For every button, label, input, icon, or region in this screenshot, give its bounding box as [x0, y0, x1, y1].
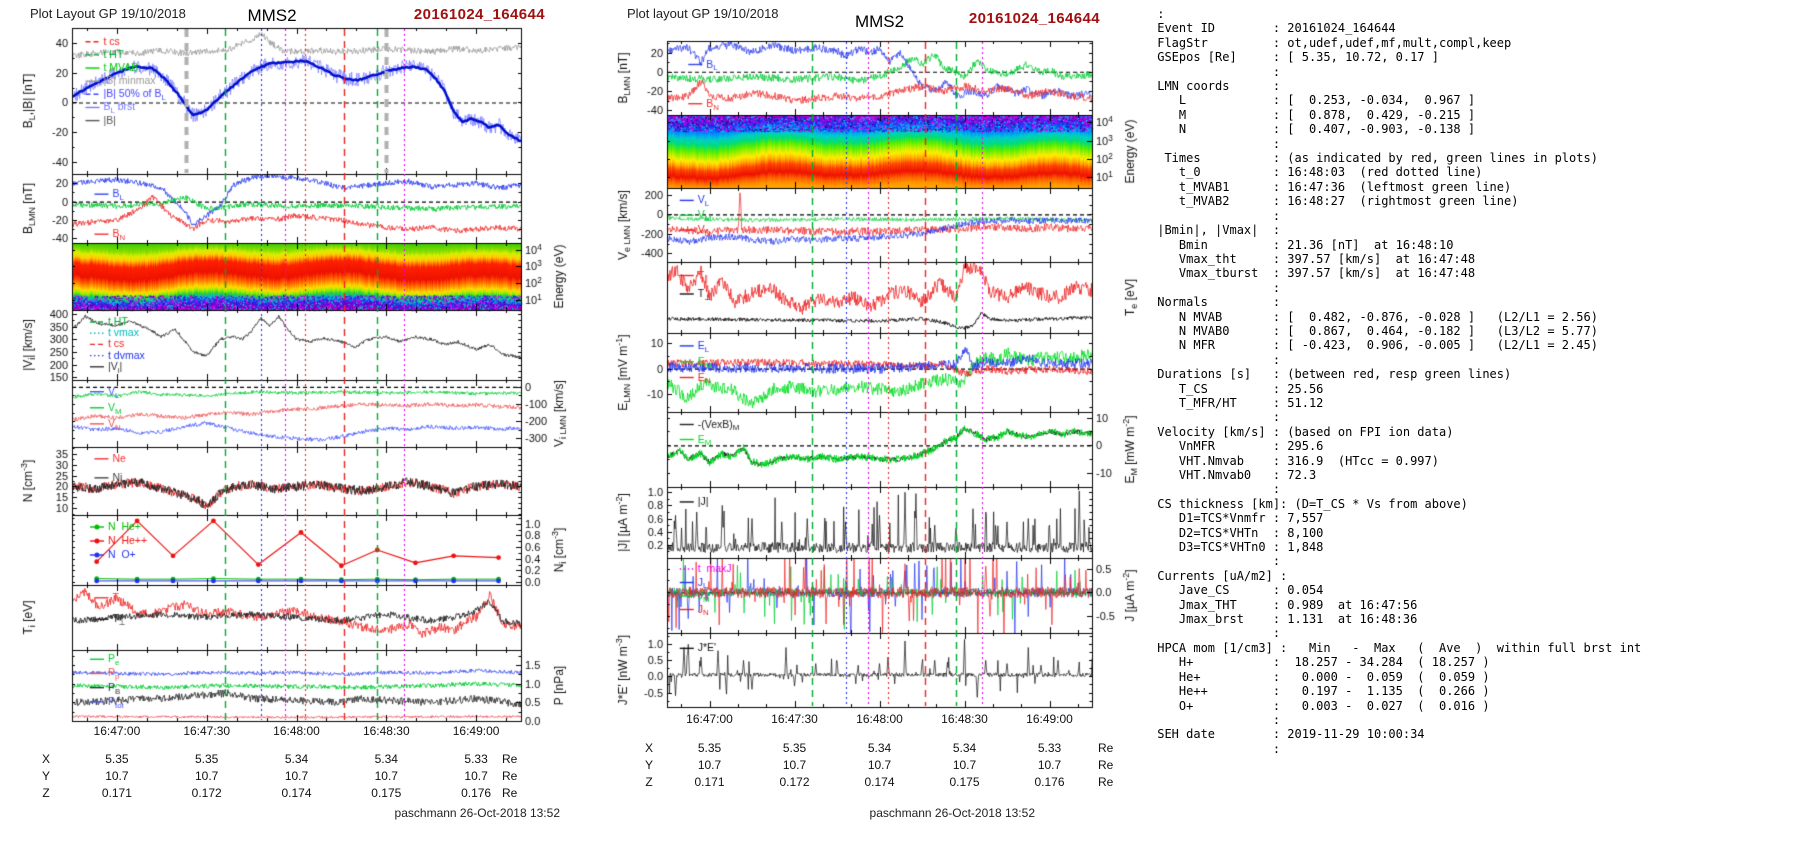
position-cell: 10.7 [284, 769, 309, 783]
position-cell: 5.35 [697, 741, 722, 755]
position-unit: Re [1098, 775, 1114, 789]
left-figure-event-id: 20161024_164644 [413, 6, 545, 23]
position-cell: 5.35 [105, 752, 129, 766]
position-unit: Re [502, 786, 518, 800]
time-tick-label: 16:48:30 [941, 712, 988, 726]
position-row-label: X [644, 741, 653, 755]
time-tick-label: 16:49:00 [452, 724, 500, 738]
position-unit: Re [1098, 758, 1114, 772]
position-row-label: Z [42, 786, 50, 800]
time-tick-label: 16:48:00 [856, 712, 903, 726]
position-cell: 0.171 [101, 786, 132, 800]
position-cell: 5.34 [952, 741, 977, 755]
middle-figure-footer: paschmann 26-Oct-2018 13:52 [869, 806, 1035, 820]
position-cell: 5.35 [782, 741, 807, 755]
position-cell: 0.172 [191, 786, 222, 800]
event-info-panel: : Event ID : 20161024_164644 FlagStr : o… [1157, 7, 1642, 756]
mms-event-summary-screen: Plot Layout GP 19/10/2018 MMS2 20161024_… [0, 0, 1804, 841]
time-tick-label: 16:49:00 [1026, 712, 1073, 726]
position-cell: 10.7 [952, 758, 977, 772]
position-cell: 5.34 [374, 752, 398, 766]
position-row-label: Y [644, 758, 653, 772]
position-cell: 10.7 [105, 769, 129, 783]
left-figure-footer: paschmann 26-Oct-2018 13:52 [394, 806, 560, 820]
position-row-label: X [41, 752, 50, 766]
time-tick-label: 16:47:30 [771, 712, 818, 726]
position-cell: 10.7 [195, 769, 219, 783]
position-cell: 10.7 [374, 769, 398, 783]
time-tick-label: 16:48:30 [362, 724, 410, 738]
position-unit: Re [502, 752, 518, 766]
middle-figure-event-id: 20161024_164644 [968, 10, 1100, 27]
position-cell: 0.174 [864, 775, 895, 789]
position-cell: 5.35 [195, 752, 219, 766]
position-cell: 10.7 [697, 758, 722, 772]
position-cell: 10.7 [867, 758, 892, 772]
position-cell: 10.7 [782, 758, 807, 772]
position-unit: Re [1098, 741, 1114, 755]
position-cell: 5.33 [1037, 741, 1062, 755]
position-cell: 0.171 [694, 775, 725, 789]
position-cell: 0.175 [371, 786, 402, 800]
position-row-label: Y [41, 769, 50, 783]
position-cell: 0.175 [949, 775, 980, 789]
time-tick-label: 16:47:00 [93, 724, 141, 738]
time-tick-label: 16:47:30 [183, 724, 231, 738]
position-cell: 0.174 [281, 786, 312, 800]
position-row-label: Z [645, 775, 653, 789]
time-tick-label: 16:47:00 [686, 712, 733, 726]
position-unit: Re [502, 769, 518, 783]
position-cell: 5.34 [284, 752, 309, 766]
position-cell: 0.176 [1034, 775, 1065, 789]
time-tick-label: 16:48:00 [273, 724, 320, 738]
position-cell: 0.172 [779, 775, 810, 789]
position-cell: 10.7 [1037, 758, 1062, 772]
position-cell: 5.34 [867, 741, 892, 755]
